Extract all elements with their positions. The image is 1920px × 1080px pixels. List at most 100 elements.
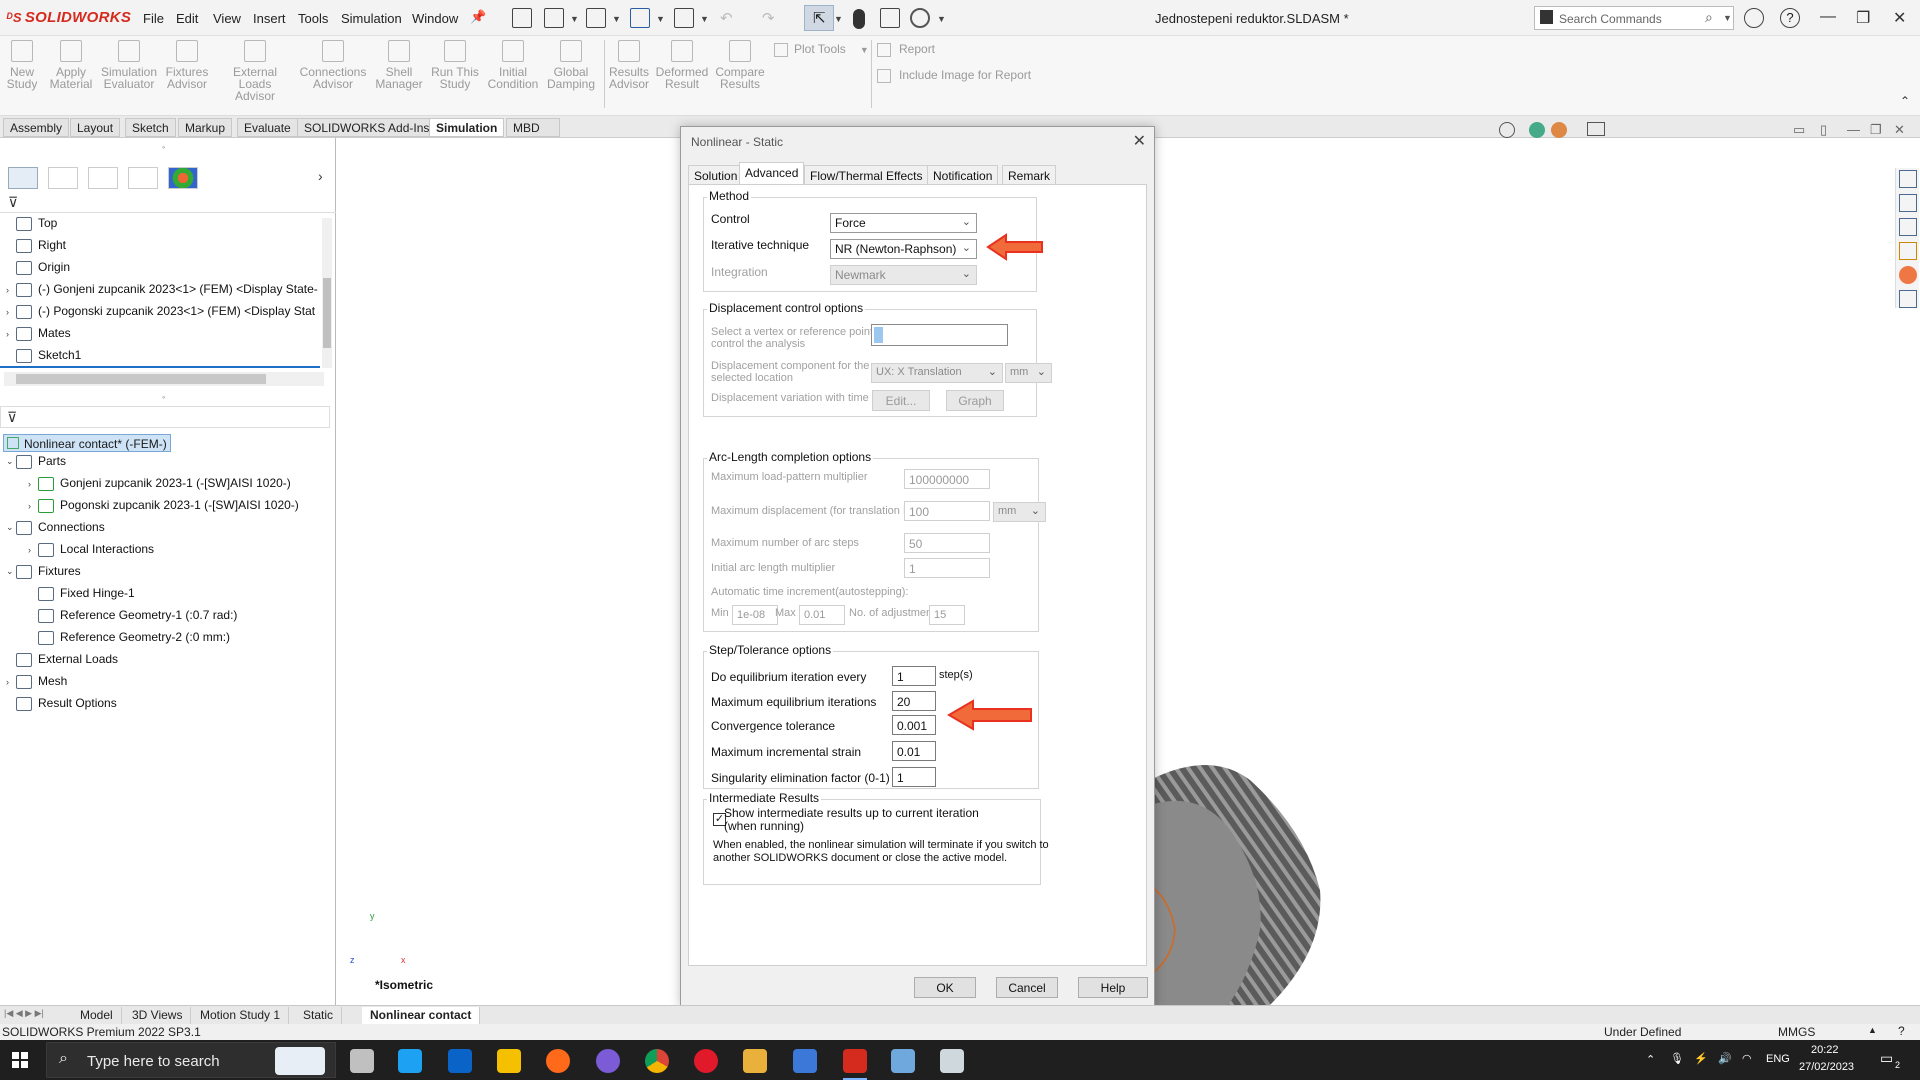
tab-assembly[interactable]: Assembly [3, 118, 70, 137]
splitter-handle[interactable]: ◦ [162, 392, 165, 402]
tray-overflow-icon[interactable]: ⌃ [1646, 1053, 1655, 1066]
scrollbar-thumb[interactable] [323, 278, 331, 348]
menu-view[interactable]: View [213, 11, 241, 26]
taskbar-search-input[interactable]: Type here to search [87, 1053, 220, 1070]
study-tree-item[interactable]: External Loads [6, 652, 118, 672]
taskbar-search-box[interactable]: ⌕ Type here to search [46, 1042, 336, 1078]
close-icon[interactable]: ✕ [1893, 8, 1906, 28]
study-tree-item[interactable]: Reference Geometry-1 (:0.7 rad:) [28, 608, 237, 628]
tab-scroll-arrows[interactable]: |◀ ◀ ▶ ▶| [4, 1008, 44, 1019]
menu-window[interactable]: Window [412, 11, 458, 26]
menu-tools[interactable]: Tools [298, 11, 328, 26]
gear-model[interactable] [1150, 630, 1350, 1005]
property-manager-tab[interactable] [48, 167, 78, 189]
chevron-down-icon[interactable]: ▼ [937, 14, 946, 24]
select-button[interactable]: ⇱ [804, 5, 834, 31]
study-tree-item[interactable]: Fixed Hinge-1 [28, 586, 135, 606]
new-document-icon[interactable] [544, 8, 564, 28]
feature-manager-tab[interactable] [8, 167, 38, 189]
chevron-right-icon[interactable]: › [6, 329, 16, 339]
simulation-evaluator-button[interactable]: Simulation Evaluator [98, 40, 160, 90]
design-library-icon[interactable] [1899, 194, 1917, 212]
tab-layout[interactable]: Layout [70, 118, 121, 137]
hide-show-icon[interactable] [1499, 122, 1515, 138]
chevron-down-icon[interactable]: ▼ [612, 14, 621, 24]
simulation-app-icon[interactable] [940, 1049, 964, 1073]
filter-icon[interactable]: ⊽ [7, 409, 17, 426]
iterative-technique-select[interactable]: NR (Newton-Raphson) ⌄ [830, 239, 977, 259]
windows-start-icon[interactable] [12, 1052, 28, 1068]
edge-icon[interactable] [398, 1049, 422, 1073]
external-loads-advisor-button[interactable]: External Loads Advisor [215, 40, 295, 102]
chevron-right-icon[interactable]: › [6, 677, 16, 687]
menu-edit[interactable]: Edit [176, 11, 198, 26]
study-filter-bar[interactable]: ⊽ [0, 406, 330, 428]
redo-icon[interactable]: ↷ [762, 9, 775, 27]
wifi-icon[interactable]: ◠ [1742, 1052, 1752, 1065]
pin-icon[interactable]: 📌 [470, 9, 486, 25]
connections-advisor-button[interactable]: Connections Advisor [297, 40, 369, 90]
vertex-selection-box[interactable] [871, 324, 1008, 346]
cancel-button[interactable]: Cancel [996, 977, 1058, 998]
solidworks-logo[interactable]: ᴰS SOLIDWORKS [6, 9, 131, 26]
study-tree-item[interactable]: › Local Interactions [28, 542, 154, 562]
tree-scrollbar[interactable] [322, 218, 332, 368]
study-tree-item[interactable]: › Pogonski zupcanik 2023-1 (-[SW]AISI 102… [28, 498, 299, 518]
unit-system-selector[interactable]: MMGS [1778, 1025, 1815, 1039]
save-icon[interactable] [630, 8, 650, 28]
chevron-down-icon[interactable]: ⌄ [6, 522, 16, 533]
feature-tree-item[interactable]: Sketch1 [6, 348, 81, 368]
equilibrium-iteration-input[interactable]: 1 [892, 666, 936, 686]
tab-notification[interactable]: Notification [927, 165, 999, 185]
open-folder-icon[interactable] [586, 8, 606, 28]
fixtures-advisor-button[interactable]: Fixtures Advisor [156, 40, 218, 90]
tab-static[interactable]: Static [295, 1007, 343, 1024]
tile-horizontal-icon[interactable]: ▭ [1793, 122, 1805, 138]
chevron-down-icon[interactable]: ▼ [570, 14, 579, 24]
study-tree-item[interactable]: › Mesh [6, 674, 67, 694]
search-commands-box[interactable]: Search Commands ⌕ ▼ [1534, 6, 1734, 30]
max-incremental-strain-input[interactable]: 0.01 [892, 741, 936, 761]
print-icon[interactable] [674, 8, 694, 28]
search-icon[interactable]: ⌕ [1705, 9, 1713, 26]
chevron-down-icon[interactable]: ▼ [656, 14, 665, 24]
feature-tree-item[interactable]: › (-) Pogonski zupcanik 2023<1> (FEM) <Di… [6, 304, 315, 324]
max-arc-steps-input[interactable]: 50 [904, 533, 990, 553]
splitter-handle[interactable]: ◦ [162, 142, 165, 152]
integration-select[interactable]: Newmark ⌄ [830, 265, 977, 285]
max-load-pattern-input[interactable]: 100000000 [904, 469, 990, 489]
deformed-result-button[interactable]: Deformed Result [651, 40, 713, 90]
tab-flow-thermal-effects[interactable]: Flow/Thermal Effects [804, 165, 929, 185]
max-equilibrium-iterations-input[interactable]: 20 [892, 691, 936, 711]
tab-simulation[interactable]: Simulation [429, 118, 505, 137]
no-of-adjustments-input[interactable]: 15 [929, 605, 965, 625]
tab-motion-study-1[interactable]: Motion Study 1 [192, 1007, 290, 1024]
file-explorer-icon[interactable] [497, 1049, 521, 1073]
tab-mbd[interactable]: MBD [506, 118, 560, 137]
graph-button[interactable]: Graph [946, 390, 1004, 411]
control-select[interactable]: Force ⌄ [830, 213, 977, 233]
menu-simulation[interactable]: Simulation [341, 11, 402, 26]
study-tree-item[interactable]: Result Options [6, 696, 117, 716]
dimxpert-tab[interactable] [128, 167, 158, 189]
study-tree-item[interactable]: ⌄ Fixtures [6, 564, 81, 584]
clock-time[interactable]: 20:22 [1811, 1044, 1839, 1056]
edit-appearance-icon[interactable] [1529, 122, 1545, 138]
rebuild-traffic-light-icon[interactable] [853, 9, 865, 29]
tab-solution[interactable]: Solution [688, 165, 744, 185]
solidworks-2022-icon[interactable] [843, 1049, 867, 1073]
chevron-down-icon[interactable]: ⌄ [6, 566, 16, 577]
file-explorer-icon[interactable] [1899, 218, 1917, 236]
user-account-icon[interactable] [1744, 8, 1764, 28]
network-icon[interactable]: ⚡ [1694, 1052, 1708, 1065]
compare-results-button[interactable]: Compare Results [709, 40, 771, 90]
home-icon[interactable] [512, 8, 532, 28]
volume-icon[interactable]: 🔊 [1718, 1052, 1732, 1065]
study-tree-item[interactable]: Reference Geometry-2 (:0 mm:) [28, 630, 230, 650]
chevron-down-icon[interactable]: ▼ [700, 14, 709, 24]
help-icon[interactable]: ? [1898, 1024, 1905, 1038]
feature-tree-item[interactable]: Right [6, 238, 66, 258]
max-displacement-input[interactable]: 100 [904, 501, 990, 521]
mail-icon[interactable] [448, 1049, 472, 1073]
minimize-icon[interactable]: — [1820, 8, 1836, 26]
